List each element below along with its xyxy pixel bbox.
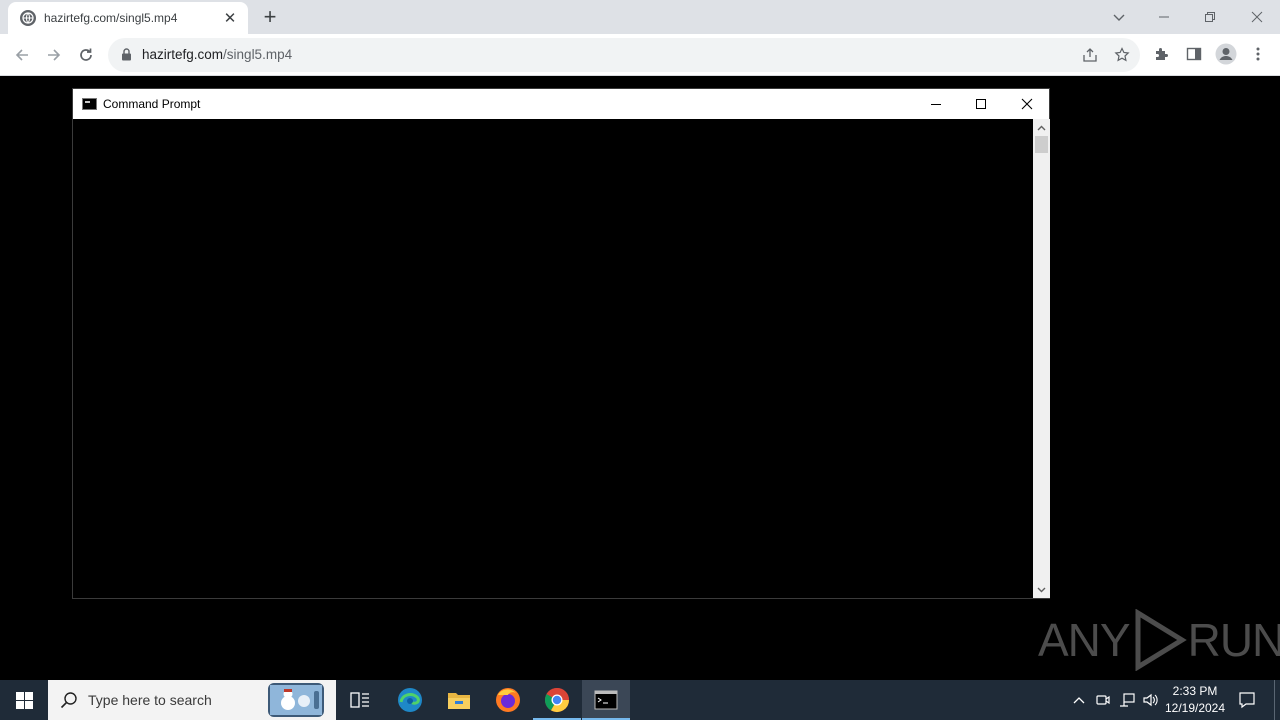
show-desktop-button[interactable] [1274,680,1280,720]
url-text: hazirtefg.com/singl5.mp4 [142,47,292,62]
taskbar-search-box[interactable]: Type here to search [48,680,336,720]
watermark-play-icon [1135,609,1187,671]
cmd-console[interactable] [73,119,1033,598]
tab-search-chevron-icon[interactable] [1108,6,1130,28]
clock-time: 2:33 PM [1172,684,1218,698]
start-button-windows-icon[interactable] [0,680,48,720]
command-prompt-window[interactable]: Command Prompt [72,88,1050,599]
chrome-icon[interactable] [533,680,581,720]
search-highlight-image [268,683,324,717]
address-bar[interactable]: hazirtefg.com/singl5.mp4 [108,38,1140,72]
browser-tab-bar: hazirtefg.com/singl5.mp4 ✕ + [0,0,1280,34]
cmd-title-bar[interactable]: Command Prompt [73,89,1049,119]
tab-close-icon[interactable]: ✕ [222,10,238,26]
taskbar: Type here to search 2:33 PM 12/19/2024 [0,680,1280,720]
scroll-up-arrow-icon[interactable] [1033,119,1050,136]
command-prompt-taskbar-icon[interactable] [582,680,630,720]
show-hidden-icons-chevron-icon[interactable] [1068,680,1090,720]
forward-arrow-icon[interactable] [40,41,68,69]
search-placeholder: Type here to search [88,692,212,708]
chrome-menu-icon[interactable] [1246,42,1270,66]
cmd-minimize-icon[interactable] [913,89,958,119]
network-icon[interactable] [1116,680,1138,720]
clock-date: 12/19/2024 [1164,701,1226,715]
anyrun-watermark: ANY RUN [1038,606,1280,674]
watermark-text-left: ANY [1038,614,1131,666]
cmd-title: Command Prompt [103,97,201,111]
tab-title: hazirtefg.com/singl5.mp4 [44,11,178,25]
edge-browser-icon[interactable] [386,680,434,720]
scroll-thumb[interactable] [1035,136,1048,153]
share-icon[interactable] [1080,45,1100,65]
extensions-puzzle-icon[interactable] [1150,42,1174,66]
watermark-text-right: RUN [1187,614,1280,666]
reload-icon[interactable] [72,41,100,69]
scroll-down-arrow-icon[interactable] [1033,581,1050,598]
browser-tab[interactable]: hazirtefg.com/singl5.mp4 ✕ [8,2,248,34]
back-arrow-icon[interactable] [8,41,36,69]
profile-avatar-icon[interactable] [1214,42,1238,66]
browser-restore-icon[interactable] [1187,0,1233,34]
notification-center-icon[interactable] [1232,680,1262,720]
url-path: /singl5.mp4 [223,47,293,62]
globe-icon [20,10,36,26]
cmd-scrollbar[interactable] [1033,119,1050,598]
url-domain: hazirtefg.com [142,47,224,62]
cmd-icon [82,98,97,110]
browser-toolbar: hazirtefg.com/singl5.mp4 [0,34,1280,76]
task-view-icon[interactable] [336,680,384,720]
search-icon [60,691,78,714]
screen: hazirtefg.com/singl5.mp4 ✕ + hazirtefg.c… [0,0,1280,720]
meet-now-icon[interactable] [1092,680,1114,720]
browser-minimize-icon[interactable] [1141,0,1187,34]
taskbar-clock[interactable]: 2:33 PM 12/19/2024 [1158,683,1232,717]
cmd-close-icon[interactable] [1004,89,1049,119]
bookmark-star-icon[interactable] [1112,45,1132,65]
side-panel-icon[interactable] [1182,42,1206,66]
file-explorer-icon[interactable] [435,680,483,720]
lock-icon[interactable] [121,48,132,66]
new-tab-button[interactable]: + [258,5,282,29]
cmd-maximize-icon[interactable] [958,89,1003,119]
firefox-icon[interactable] [484,680,532,720]
browser-close-icon[interactable] [1234,0,1280,34]
